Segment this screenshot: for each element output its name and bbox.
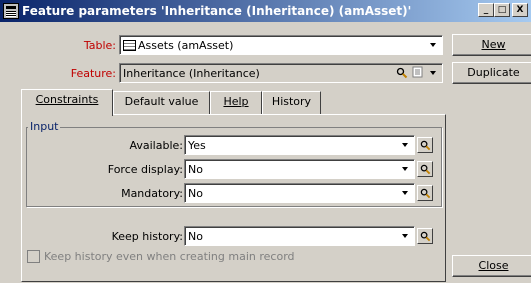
feature-label: Feature: — [70, 67, 116, 80]
table-combo[interactable]: Assets (amAsset) — [119, 35, 443, 55]
tab-constraints[interactable]: Constraints — [21, 89, 113, 116]
keep-history-value: No — [188, 230, 203, 243]
chevron-down-icon[interactable] — [399, 185, 413, 201]
table-icon — [123, 40, 136, 51]
available-value: Yes — [188, 139, 206, 152]
chevron-down-icon[interactable] — [427, 37, 441, 53]
maximize-button[interactable]: □ — [494, 3, 510, 17]
details-icon[interactable] — [412, 65, 426, 81]
close-window-button[interactable]: X — [512, 3, 528, 17]
feature-value: Inheritance (Inheritance) — [123, 67, 260, 80]
duplicate-button[interactable]: Duplicate — [452, 62, 531, 84]
window-title: Feature parameters 'Inheritance (Inherit… — [22, 4, 412, 18]
minimize-button[interactable]: _ — [478, 3, 494, 17]
search-icon[interactable] — [394, 65, 410, 81]
force-display-label: Force display: — [107, 163, 183, 176]
new-button[interactable]: New — [452, 34, 531, 56]
force-display-select[interactable]: No — [184, 159, 415, 179]
available-select[interactable]: Yes — [184, 135, 415, 155]
mandatory-select[interactable]: No — [184, 183, 415, 203]
title-bar[interactable]: Feature parameters 'Inheritance (Inherit… — [0, 0, 531, 22]
chevron-down-icon[interactable] — [399, 137, 413, 153]
keep-history-creating-checkbox[interactable] — [27, 250, 40, 263]
window-icon — [3, 3, 19, 19]
close-button[interactable]: Close — [452, 255, 531, 277]
table-value: Assets (amAsset) — [138, 39, 234, 52]
search-icon[interactable] — [417, 185, 433, 201]
chevron-down-icon[interactable] — [399, 228, 413, 244]
tab-default-value[interactable]: Default value — [113, 91, 210, 114]
input-group-title: Input — [28, 120, 61, 133]
mandatory-value: No — [188, 187, 203, 200]
feature-combo[interactable]: Inheritance (Inheritance) — [119, 63, 443, 83]
mandatory-label: Mandatory: — [121, 187, 183, 200]
keep-history-creating-label: Keep history even when creating main rec… — [44, 250, 295, 263]
force-display-value: No — [188, 163, 203, 176]
tab-help[interactable]: Help — [210, 91, 262, 114]
keep-history-label: Keep history: — [111, 230, 183, 243]
search-icon[interactable] — [417, 137, 433, 153]
search-icon[interactable] — [417, 228, 433, 244]
keep-history-select[interactable]: No — [184, 226, 415, 246]
search-icon[interactable] — [417, 161, 433, 177]
available-label: Available: — [129, 139, 184, 152]
chevron-down-icon[interactable] — [427, 65, 441, 81]
tab-history[interactable]: History — [262, 91, 321, 114]
table-label: Table: — [83, 39, 116, 52]
chevron-down-icon[interactable] — [399, 161, 413, 177]
